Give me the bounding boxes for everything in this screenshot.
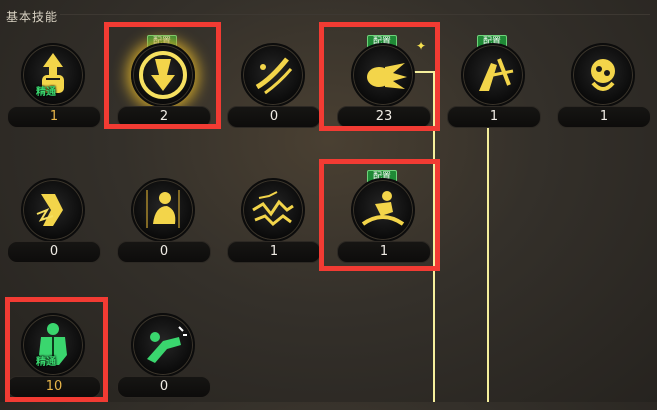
- kick-icon: [461, 43, 525, 107]
- skill-level: 1: [447, 106, 541, 128]
- skill-slot[interactable]: 0: [0, 170, 101, 275]
- skill-level: 0: [7, 241, 101, 263]
- skill-level: 0: [117, 241, 211, 263]
- highlight-box: [5, 297, 108, 402]
- crack-icon: [241, 178, 305, 242]
- skill-slot[interactable]: 1: [220, 170, 321, 275]
- section-title: 基本技能: [6, 10, 59, 24]
- grab-icon: [571, 43, 635, 107]
- skill-level: 0: [117, 376, 211, 398]
- mastery-label: 精通: [36, 87, 56, 98]
- skill-slot[interactable]: 1: [550, 35, 651, 140]
- section-divider: [60, 14, 650, 15]
- highlight-box: [104, 22, 221, 129]
- skill-level: 1: [227, 241, 321, 263]
- skill-slot[interactable]: 0: [110, 305, 211, 410]
- highlight-box: [319, 22, 440, 131]
- skill-slot[interactable]: 精通 1: [0, 35, 101, 140]
- skill-slot[interactable]: 0: [220, 35, 321, 140]
- skill-slot[interactable]: 0: [110, 170, 211, 275]
- skill-level: 1: [557, 106, 651, 128]
- skill-slot[interactable]: 配置 1: [440, 35, 541, 140]
- crouch-icon: [131, 178, 195, 242]
- skill-level: 0: [227, 106, 321, 128]
- punch-icon: [131, 313, 195, 377]
- slash-icon: [241, 43, 305, 107]
- lightning-leg-icon: [21, 178, 85, 242]
- highlight-box: [319, 159, 440, 271]
- skill-level: 1: [7, 106, 101, 128]
